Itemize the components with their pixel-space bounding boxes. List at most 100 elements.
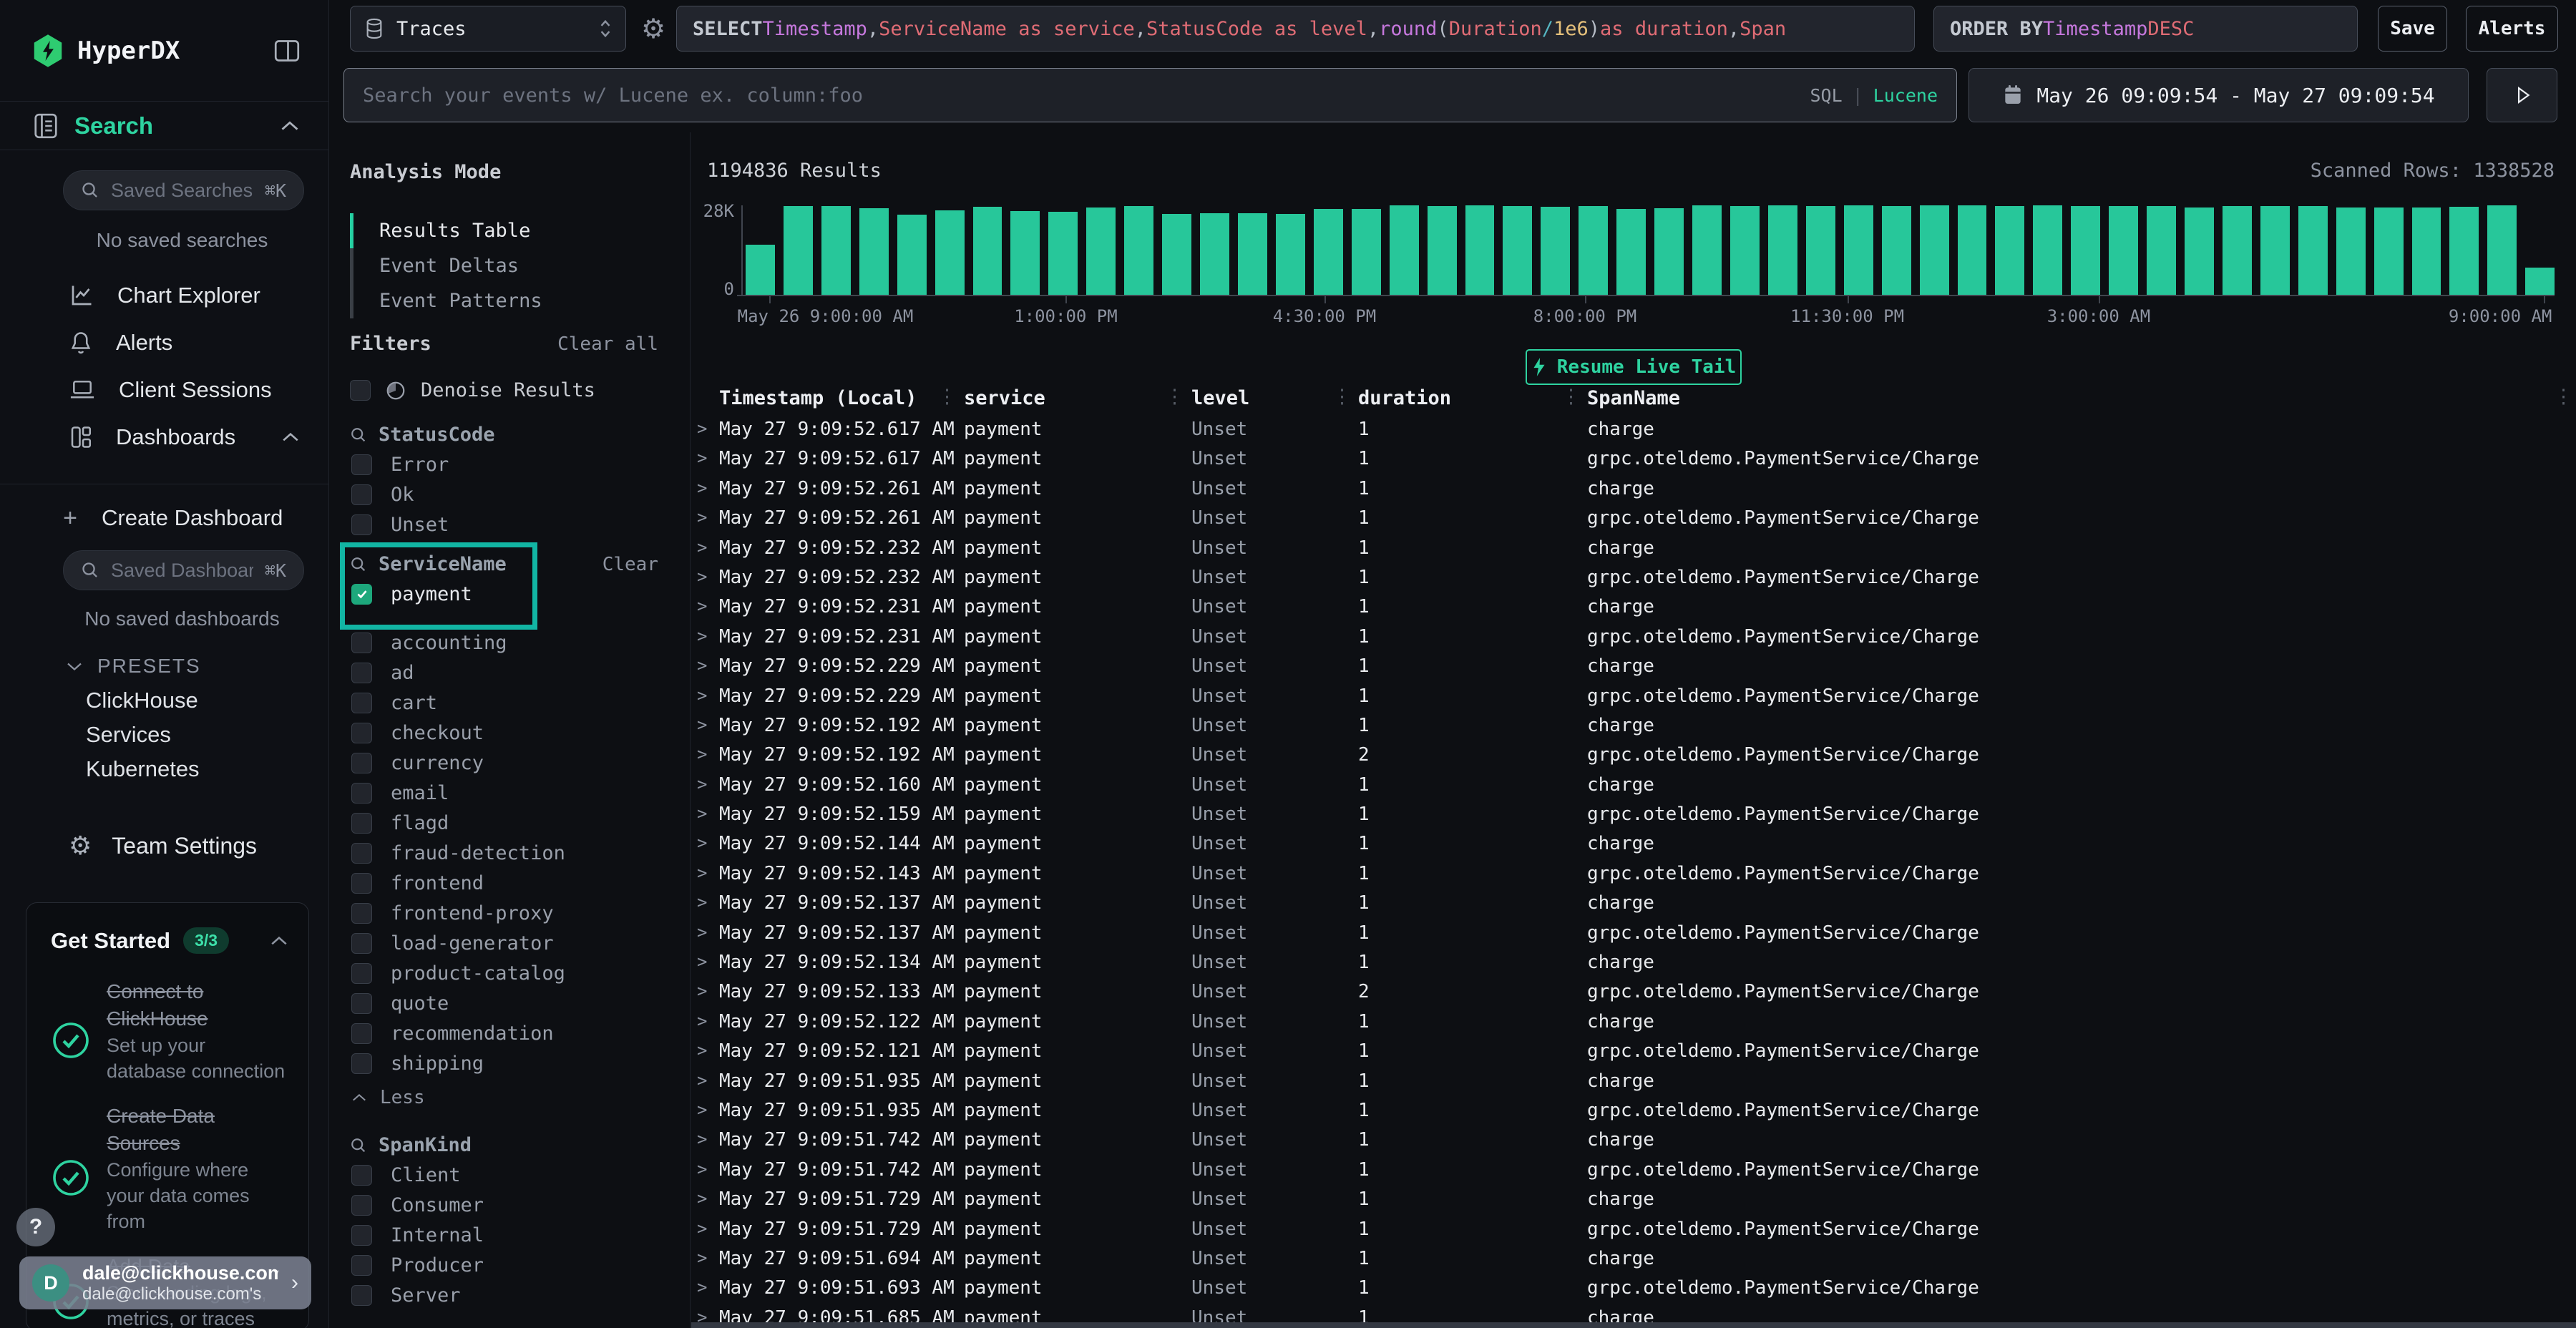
analysis-mode-option-event-deltas[interactable]: Event Deltas bbox=[350, 248, 690, 283]
sidebar-item-search[interactable]: Search bbox=[0, 102, 328, 150]
row-expand-chevron[interactable]: > bbox=[697, 1248, 707, 1268]
source-settings-gear-icon[interactable]: ⚙ bbox=[633, 6, 673, 52]
table-row[interactable]: >May 27 9:09:52.137 AMpaymentUnset1charg… bbox=[691, 888, 2576, 917]
sidebar-item-team-settings[interactable]: ⚙ Team Settings bbox=[0, 828, 328, 864]
get-started-item[interactable]: Connect to ClickHouseSet up your databas… bbox=[51, 978, 288, 1084]
sidebar-item-services[interactable]: Services bbox=[0, 718, 328, 752]
row-expand-chevron[interactable]: > bbox=[697, 1100, 707, 1120]
sql-toggle[interactable]: SQL bbox=[1810, 85, 1842, 106]
language-toggle[interactable]: SQL | Lucene bbox=[1810, 85, 1938, 106]
resume-live-tail-button[interactable]: Resume Live Tail bbox=[1526, 349, 1742, 385]
filter-item[interactable]: Producer bbox=[350, 1250, 690, 1280]
histogram-bar[interactable] bbox=[1920, 205, 1949, 295]
row-expand-chevron[interactable]: > bbox=[697, 774, 707, 794]
table-row[interactable]: >May 27 9:09:51.693 AMpaymentUnset1grpc.… bbox=[691, 1273, 2576, 1302]
filter-checkbox[interactable] bbox=[351, 693, 372, 713]
histogram-bar[interactable] bbox=[2298, 206, 2328, 295]
column-header-spanname[interactable]: SpanName bbox=[1587, 387, 1680, 409]
histogram-bar[interactable] bbox=[821, 206, 851, 295]
table-row[interactable]: >May 27 9:09:51.742 AMpaymentUnset1grpc.… bbox=[691, 1155, 2576, 1184]
filter-item[interactable]: ad bbox=[350, 658, 690, 688]
sidebar-item-chart-explorer[interactable]: Chart Explorer bbox=[0, 272, 328, 319]
row-expand-chevron[interactable]: > bbox=[697, 952, 707, 972]
user-menu[interactable]: D dale@clickhouse.com dale@clickhouse.co… bbox=[19, 1256, 311, 1309]
table-row[interactable]: >May 27 9:09:52.231 AMpaymentUnset1charg… bbox=[691, 592, 2576, 621]
clear-all-button[interactable]: Clear all bbox=[557, 333, 658, 355]
sidebar-item-clickhouse[interactable]: ClickHouse bbox=[0, 683, 328, 718]
table-row[interactable]: >May 27 9:09:51.729 AMpaymentUnset1charg… bbox=[691, 1184, 2576, 1214]
table-row[interactable]: >May 27 9:09:51.729 AMpaymentUnset1grpc.… bbox=[691, 1214, 2576, 1244]
table-row[interactable]: >May 27 9:09:52.159 AMpaymentUnset1grpc.… bbox=[691, 799, 2576, 829]
filter-item[interactable]: load-generator bbox=[350, 928, 690, 958]
filter-checkbox[interactable] bbox=[351, 813, 372, 834]
filter-checkbox[interactable] bbox=[351, 1053, 372, 1074]
row-expand-chevron[interactable]: > bbox=[697, 1159, 707, 1179]
table-row[interactable]: >May 27 9:09:52.192 AMpaymentUnset2grpc.… bbox=[691, 740, 2576, 769]
histogram-bar[interactable] bbox=[1616, 209, 1646, 295]
histogram-bar[interactable] bbox=[1238, 213, 1267, 295]
histogram-bar[interactable] bbox=[1352, 209, 1381, 295]
filter-checkbox[interactable] bbox=[351, 753, 372, 773]
table-row[interactable]: >May 27 9:09:52.134 AMpaymentUnset1charg… bbox=[691, 947, 2576, 977]
histogram-bar[interactable] bbox=[2147, 206, 2176, 295]
sql-select-input[interactable]: SELECT Timestamp, ServiceName as service… bbox=[676, 6, 1915, 52]
table-row[interactable]: >May 27 9:09:52.144 AMpaymentUnset1charg… bbox=[691, 829, 2576, 858]
histogram-bar[interactable] bbox=[2071, 206, 2100, 295]
histogram-bar[interactable] bbox=[1730, 206, 1760, 295]
table-row[interactable]: >May 27 9:09:52.143 AMpaymentUnset1grpc.… bbox=[691, 859, 2576, 888]
date-range-picker[interactable]: May 26 09:09:54 - May 27 09:09:54 bbox=[1968, 68, 2469, 122]
clear-filter-button[interactable]: Clear bbox=[602, 554, 658, 575]
histogram-bar[interactable] bbox=[1844, 205, 1873, 295]
filter-item[interactable]: Ok bbox=[350, 479, 690, 509]
filter-item[interactable]: Error bbox=[350, 449, 690, 479]
table-row[interactable]: >May 27 9:09:52.133 AMpaymentUnset2grpc.… bbox=[691, 977, 2576, 1006]
table-row[interactable]: >May 27 9:09:52.137 AMpaymentUnset1grpc.… bbox=[691, 918, 2576, 947]
table-row[interactable]: >May 27 9:09:51.935 AMpaymentUnset1grpc.… bbox=[691, 1095, 2576, 1125]
row-expand-chevron[interactable]: > bbox=[697, 892, 707, 912]
histogram-bar[interactable] bbox=[1314, 209, 1343, 295]
filter-checkbox[interactable] bbox=[351, 903, 372, 924]
table-row[interactable]: >May 27 9:09:52.192 AMpaymentUnset1charg… bbox=[691, 711, 2576, 740]
filter-item[interactable]: quote bbox=[350, 988, 690, 1018]
histogram-bar[interactable] bbox=[1390, 205, 1419, 295]
histogram-bar[interactable] bbox=[2185, 208, 2214, 295]
histogram-bar[interactable] bbox=[1465, 205, 1495, 295]
chevron-up-icon[interactable] bbox=[270, 935, 288, 947]
row-expand-chevron[interactable]: > bbox=[697, 685, 707, 706]
histogram-bar[interactable] bbox=[897, 215, 927, 295]
table-row[interactable]: >May 27 9:09:52.261 AMpaymentUnset1grpc.… bbox=[691, 503, 2576, 532]
sidebar-collapse-icon[interactable] bbox=[274, 39, 300, 63]
column-resize-handle[interactable]: ⋮ bbox=[1332, 386, 1349, 408]
table-row[interactable]: >May 27 9:09:52.232 AMpaymentUnset1grpc.… bbox=[691, 562, 2576, 592]
filter-item[interactable]: Consumer bbox=[350, 1190, 690, 1220]
row-expand-chevron[interactable]: > bbox=[697, 655, 707, 675]
row-expand-chevron[interactable]: > bbox=[697, 981, 707, 1001]
filter-checkbox[interactable] bbox=[351, 993, 372, 1014]
filter-item[interactable]: shipping bbox=[350, 1048, 690, 1078]
get-started-item[interactable]: Create Data SourcesConfigure where your … bbox=[51, 1103, 288, 1234]
row-expand-chevron[interactable]: > bbox=[697, 478, 707, 498]
sidebar-item-dashboards[interactable]: Dashboards bbox=[0, 414, 328, 461]
filter-checkbox[interactable] bbox=[351, 1165, 372, 1186]
histogram-bar[interactable] bbox=[2525, 268, 2555, 295]
save-button[interactable]: Save bbox=[2378, 6, 2447, 52]
histogram-bar[interactable] bbox=[2336, 208, 2366, 295]
table-row[interactable]: >May 27 9:09:51.935 AMpaymentUnset1charg… bbox=[691, 1066, 2576, 1095]
row-expand-chevron[interactable]: > bbox=[697, 507, 707, 527]
filter-checkbox[interactable] bbox=[351, 633, 372, 653]
filter-checkbox[interactable] bbox=[351, 843, 372, 864]
column-resize-handle[interactable]: ⋮ bbox=[1561, 386, 1578, 408]
table-row[interactable]: >May 27 9:09:51.694 AMpaymentUnset1charg… bbox=[691, 1244, 2576, 1273]
filter-item[interactable]: fraud-detection bbox=[350, 838, 690, 868]
row-expand-chevron[interactable]: > bbox=[697, 922, 707, 942]
histogram-bar[interactable] bbox=[1541, 207, 1570, 295]
filter-item[interactable]: accounting bbox=[350, 628, 690, 658]
column-header-duration[interactable]: duration bbox=[1358, 387, 1451, 409]
table-row[interactable]: >May 27 9:09:52.617 AMpaymentUnset1charg… bbox=[691, 414, 2576, 444]
lucene-toggle[interactable]: Lucene bbox=[1873, 85, 1938, 106]
filter-checkbox[interactable] bbox=[351, 723, 372, 743]
filter-item[interactable]: cart bbox=[350, 688, 690, 718]
filter-item[interactable]: Server bbox=[350, 1280, 690, 1310]
table-row[interactable]: >May 27 9:09:52.617 AMpaymentUnset1grpc.… bbox=[691, 444, 2576, 473]
filter-item[interactable]: Internal bbox=[350, 1220, 690, 1250]
